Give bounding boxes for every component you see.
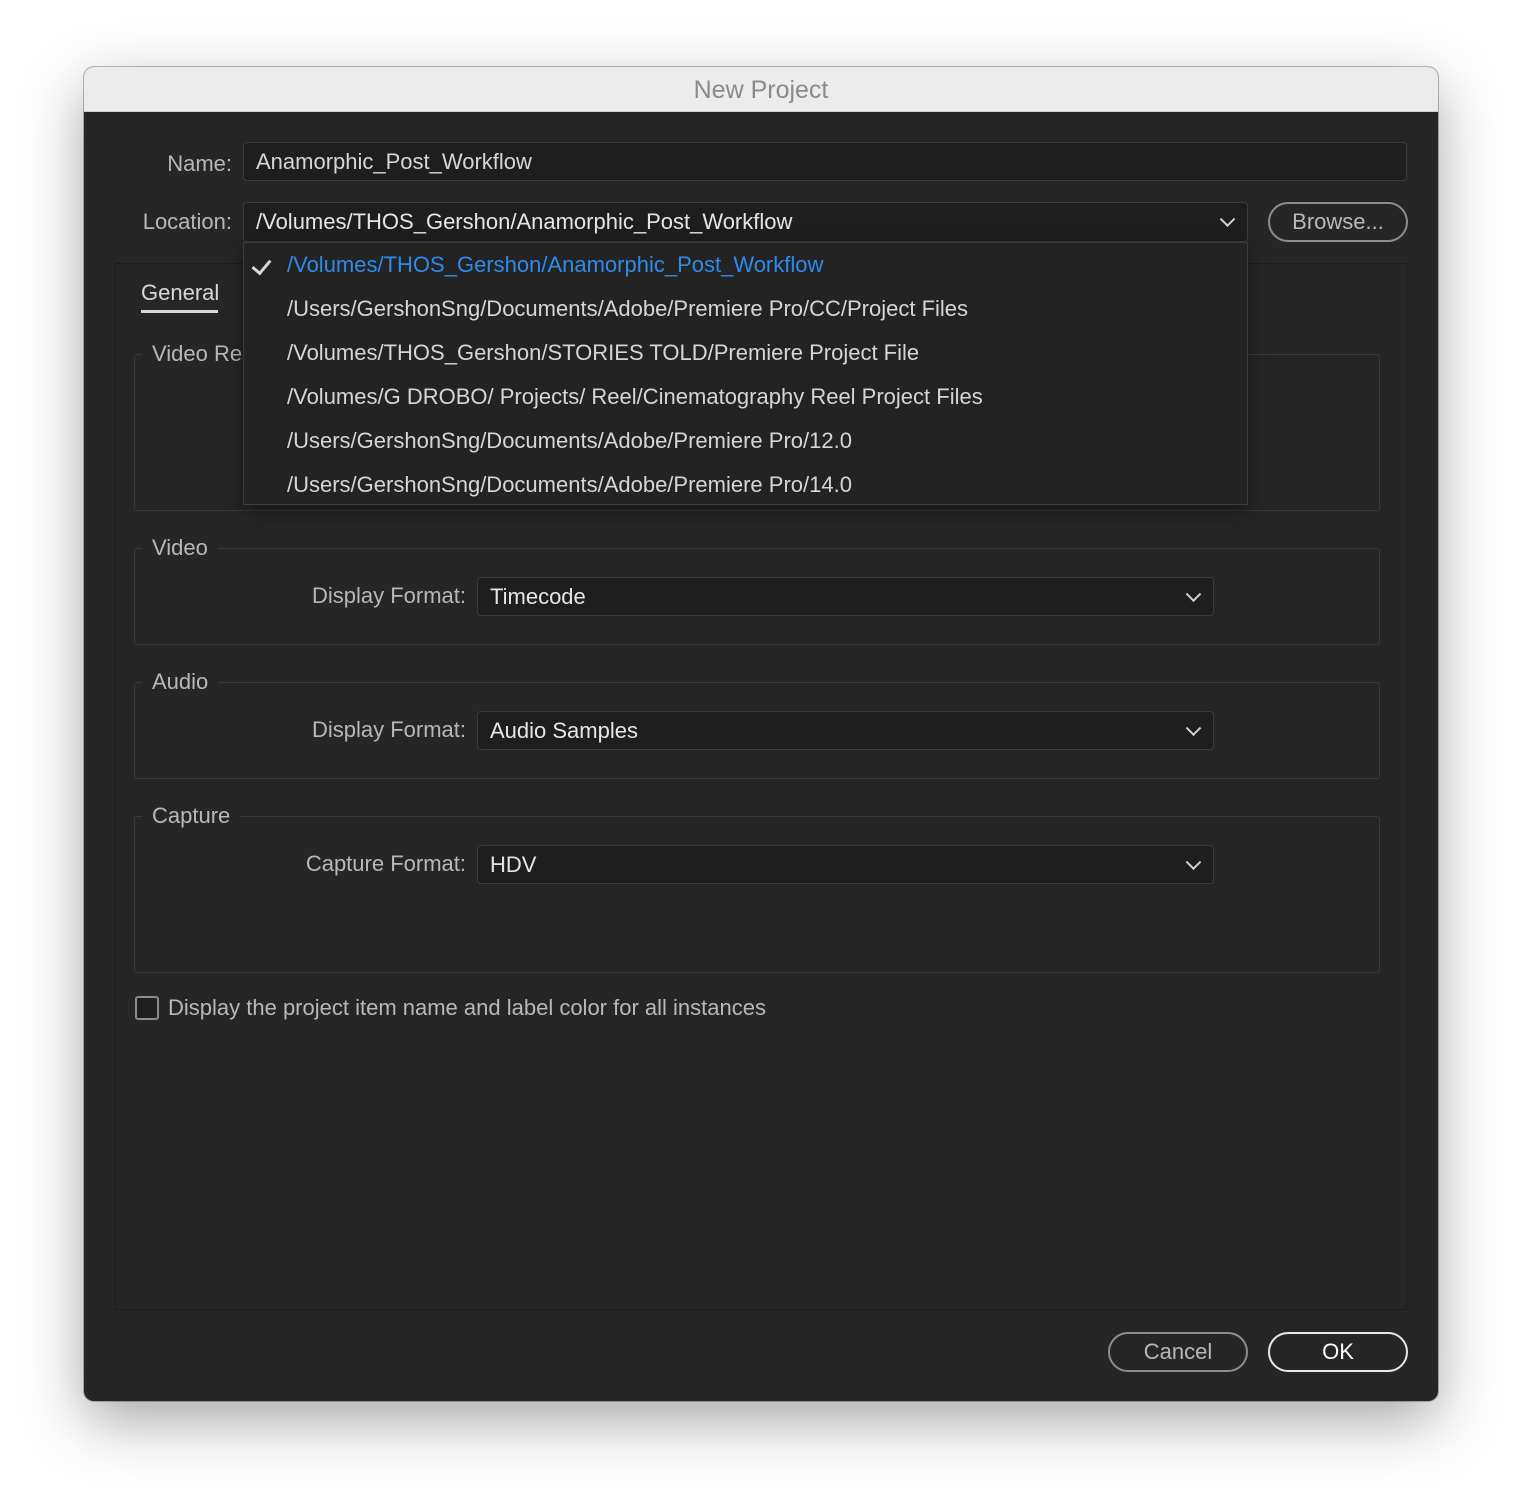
chevron-down-icon: [1219, 211, 1236, 228]
cancel-button[interactable]: Cancel: [1108, 1332, 1248, 1372]
location-option-label: /Volumes/G DROBO/ Projects/ Reel/Cinemat…: [287, 384, 983, 409]
location-option[interactable]: /Users/GershonSng/Documents/Adobe/Premie…: [244, 287, 1247, 331]
location-option-label: /Volumes/THOS_Gershon/Anamorphic_Post_Wo…: [287, 252, 824, 277]
audio-display-format-value: Audio Samples: [490, 718, 638, 743]
tab-general[interactable]: General: [141, 278, 219, 308]
tab-general-underline: [141, 310, 218, 313]
location-option-label: /Users/GershonSng/Documents/Adobe/Premie…: [287, 428, 852, 453]
audio-display-format-label: Display Format:: [311, 717, 466, 742]
label-color-checkbox[interactable]: [135, 996, 159, 1020]
video-display-format-label: Display Format:: [311, 583, 466, 608]
video-display-format-dropdown[interactable]: Timecode: [477, 577, 1214, 616]
location-dropdown[interactable]: /Volumes/THOS_Gershon/Anamorphic_Post_Wo…: [243, 202, 1248, 242]
audio-group-title: Audio: [142, 667, 219, 697]
chevron-down-icon: [1185, 853, 1202, 870]
name-input[interactable]: Anamorphic_Post_Workflow: [243, 142, 1407, 181]
chevron-down-icon: [1185, 585, 1202, 602]
label-color-checkbox-label[interactable]: Display the project item name and label …: [168, 993, 766, 1023]
location-option[interactable]: /Volumes/THOS_Gershon/Anamorphic_Post_Wo…: [244, 243, 1247, 287]
ok-button[interactable]: OK: [1268, 1332, 1408, 1372]
location-option-label: /Users/GershonSng/Documents/Adobe/Premie…: [287, 296, 969, 321]
location-option[interactable]: /Users/GershonSng/Documents/Adobe/Premie…: [244, 419, 1247, 463]
checkmark-icon: [251, 254, 272, 276]
location-option-label: /Volumes/THOS_Gershon/STORIES TOLD/Premi…: [287, 340, 920, 365]
location-selected-value: /Volumes/THOS_Gershon/Anamorphic_Post_Wo…: [256, 209, 793, 234]
video-group-title: Video: [142, 533, 218, 563]
audio-display-format-dropdown[interactable]: Audio Samples: [477, 711, 1214, 750]
chevron-down-icon: [1185, 719, 1202, 736]
capture-format-value: HDV: [490, 852, 537, 877]
capture-group-title: Capture: [142, 801, 241, 831]
location-option[interactable]: /Users/GershonSng/Documents/Adobe/Premie…: [244, 463, 1247, 507]
location-dropdown-menu: /Volumes/THOS_Gershon/Anamorphic_Post_Wo…: [243, 242, 1248, 505]
capture-format-label: Capture Format:: [305, 851, 466, 876]
browse-button[interactable]: Browse...: [1268, 202, 1408, 242]
capture-group: [134, 816, 1380, 973]
location-label: Location:: [142, 209, 232, 234]
name-label: Name:: [167, 151, 232, 176]
video-rendering-title: Video Re: [142, 339, 253, 369]
capture-format-dropdown[interactable]: HDV: [477, 845, 1214, 884]
video-display-format-value: Timecode: [490, 584, 586, 609]
location-option-label: /Users/GershonSng/Documents/Adobe/Premie…: [287, 472, 852, 497]
location-option[interactable]: /Volumes/THOS_Gershon/STORIES TOLD/Premi…: [244, 331, 1247, 375]
window-title: New Project: [84, 67, 1438, 112]
location-option[interactable]: /Volumes/G DROBO/ Projects/ Reel/Cinemat…: [244, 375, 1247, 419]
new-project-dialog: New Project Name: Anamorphic_Post_Workfl…: [84, 67, 1438, 1401]
